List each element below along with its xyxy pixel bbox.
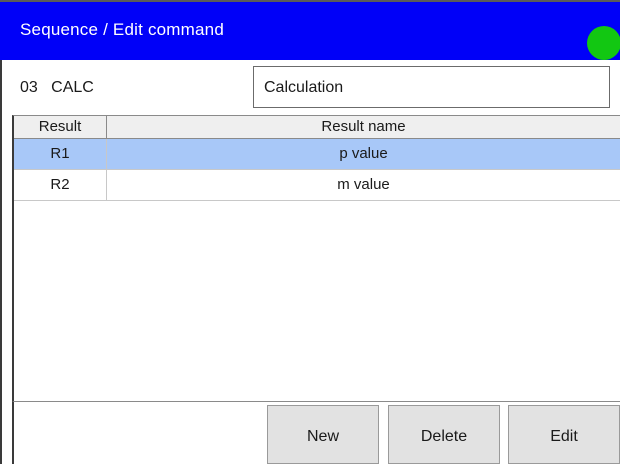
command-id: 03 CALC [20, 79, 94, 96]
cell-result: R1 [14, 139, 107, 169]
command-name-field[interactable]: Calculation [253, 66, 610, 108]
button-bar: New Delete Edit [12, 401, 620, 464]
table-row[interactable]: R1 p value [14, 139, 620, 170]
cell-result-name: p value [339, 145, 388, 162]
edit-button[interactable]: Edit [508, 405, 620, 464]
cell-result-name: m value [337, 176, 390, 193]
column-header-result-name[interactable]: Result name [107, 116, 620, 138]
column-header-result[interactable]: Result [14, 116, 107, 138]
command-row: 03 CALC Calculation [0, 63, 620, 113]
command-name-value: Calculation [264, 79, 344, 96]
new-button[interactable]: New [267, 405, 379, 464]
title-bar: Sequence / Edit command [0, 0, 620, 60]
table-row[interactable]: R2 m value [14, 170, 620, 201]
status-indicator-icon [587, 26, 620, 60]
delete-button[interactable]: Delete [388, 405, 500, 464]
table-header: Result Result name [14, 116, 620, 139]
results-table: Result Result name R1 p value R2 m value [12, 115, 620, 401]
window-title: Sequence / Edit command [20, 20, 224, 39]
cell-result: R2 [14, 170, 107, 200]
